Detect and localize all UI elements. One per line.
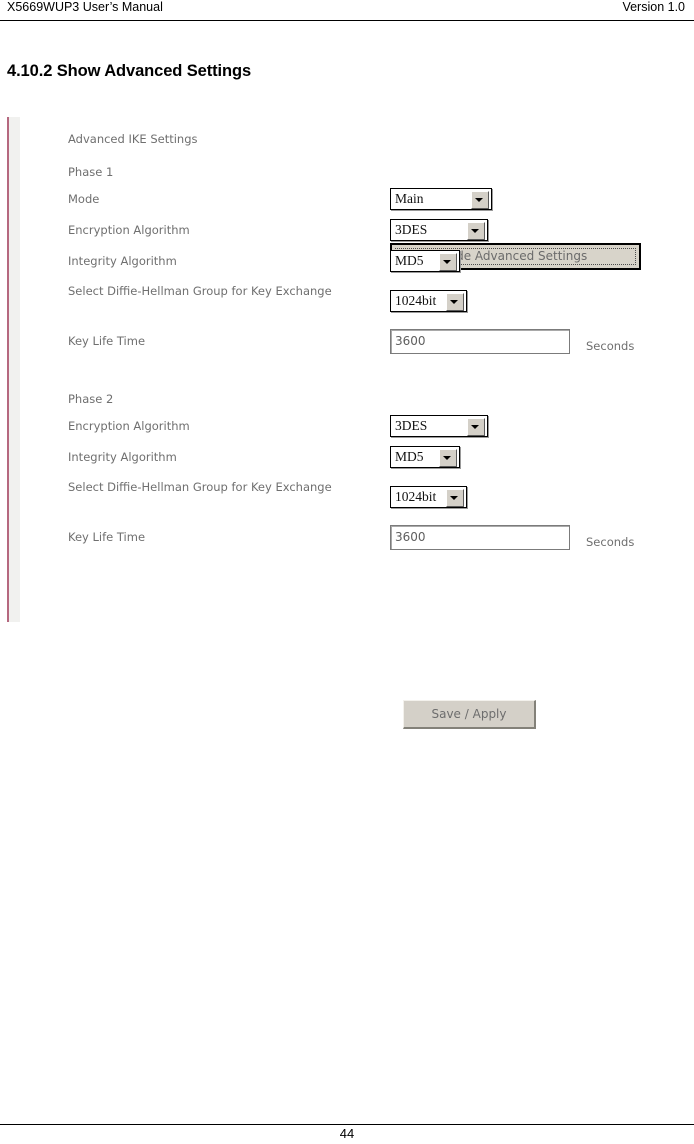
page-header: X5669WUP3 User’s Manual Version 1.0	[0, 0, 694, 21]
phase1-heading: Phase 1	[68, 165, 114, 179]
phase2-integrity-value: MD5	[395, 449, 424, 464]
phase2-encryption-label: Encryption Algorithm	[68, 419, 190, 433]
phase1-encryption-select[interactable]: 3DES	[390, 219, 488, 241]
phase2-dh-group-value: 1024bit	[395, 489, 437, 504]
chevron-down-icon[interactable]	[439, 253, 457, 271]
phase1-mode-select[interactable]: Main	[390, 188, 492, 210]
phase1-dh-group-value: 1024bit	[395, 293, 437, 308]
phase1-encryption-label: Encryption Algorithm	[68, 223, 190, 237]
phase2-heading: Phase 2	[68, 392, 114, 406]
phase1-dh-group-select[interactable]: 1024bit	[390, 290, 467, 312]
phase2-key-life-time-value: 3600	[395, 530, 426, 544]
phase1-key-life-time-input[interactable]: 3600	[390, 329, 570, 354]
phase1-key-life-time-label: Key Life Time	[68, 334, 146, 348]
chevron-down-icon[interactable]	[439, 449, 457, 467]
save-apply-button[interactable]: Save / Apply	[403, 700, 536, 729]
phase1-mode-label: Mode	[68, 192, 100, 206]
page-number: 44	[339, 1126, 355, 1141]
phase1-mode-value: Main	[395, 191, 424, 206]
footer-divider	[0, 1124, 694, 1125]
phase1-integrity-label: Integrity Algorithm	[68, 254, 177, 268]
phase2-dh-group-select[interactable]: 1024bit	[390, 486, 467, 508]
save-apply-label: Save / Apply	[431, 707, 507, 721]
phase2-key-life-time-label: Key Life Time	[68, 530, 146, 544]
chevron-down-icon[interactable]	[446, 293, 464, 311]
chevron-down-icon[interactable]	[467, 418, 485, 436]
page-title: 4.10.2 Show Advanced Settings	[7, 62, 252, 80]
manual-title: X5669WUP3 User’s Manual	[7, 0, 163, 14]
phase2-integrity-select[interactable]: MD5	[390, 446, 460, 468]
phase1-integrity-select[interactable]: MD5	[390, 250, 460, 272]
phase2-encryption-select[interactable]: 3DES	[390, 415, 488, 437]
phase2-integrity-label: Integrity Algorithm	[68, 450, 177, 464]
manual-version: Version 1.0	[622, 0, 685, 14]
chevron-down-icon[interactable]	[446, 489, 464, 507]
phase1-key-life-time-unit: Seconds	[586, 339, 635, 353]
phase1-integrity-value: MD5	[395, 253, 424, 268]
phase2-dh-group-label: Select Diffie-Hellman Group for Key Exch…	[68, 480, 332, 494]
router-config-screenshot: Hide Advanced Settings Advanced IKE Sett…	[0, 117, 694, 729]
advanced-ike-settings-title: Advanced IKE Settings	[68, 132, 198, 146]
phase2-key-life-time-unit: Seconds	[586, 535, 635, 549]
chevron-down-icon[interactable]	[471, 191, 489, 209]
phase1-encryption-value: 3DES	[395, 222, 428, 237]
phase1-key-life-time-value: 3600	[395, 334, 426, 348]
header-divider	[0, 20, 694, 21]
panel-strip	[9, 117, 20, 622]
phase2-encryption-value: 3DES	[395, 418, 428, 433]
phase1-dh-group-label: Select Diffie-Hellman Group for Key Exch…	[68, 284, 332, 298]
phase2-key-life-time-input[interactable]: 3600	[390, 525, 570, 550]
chevron-down-icon[interactable]	[467, 222, 485, 240]
